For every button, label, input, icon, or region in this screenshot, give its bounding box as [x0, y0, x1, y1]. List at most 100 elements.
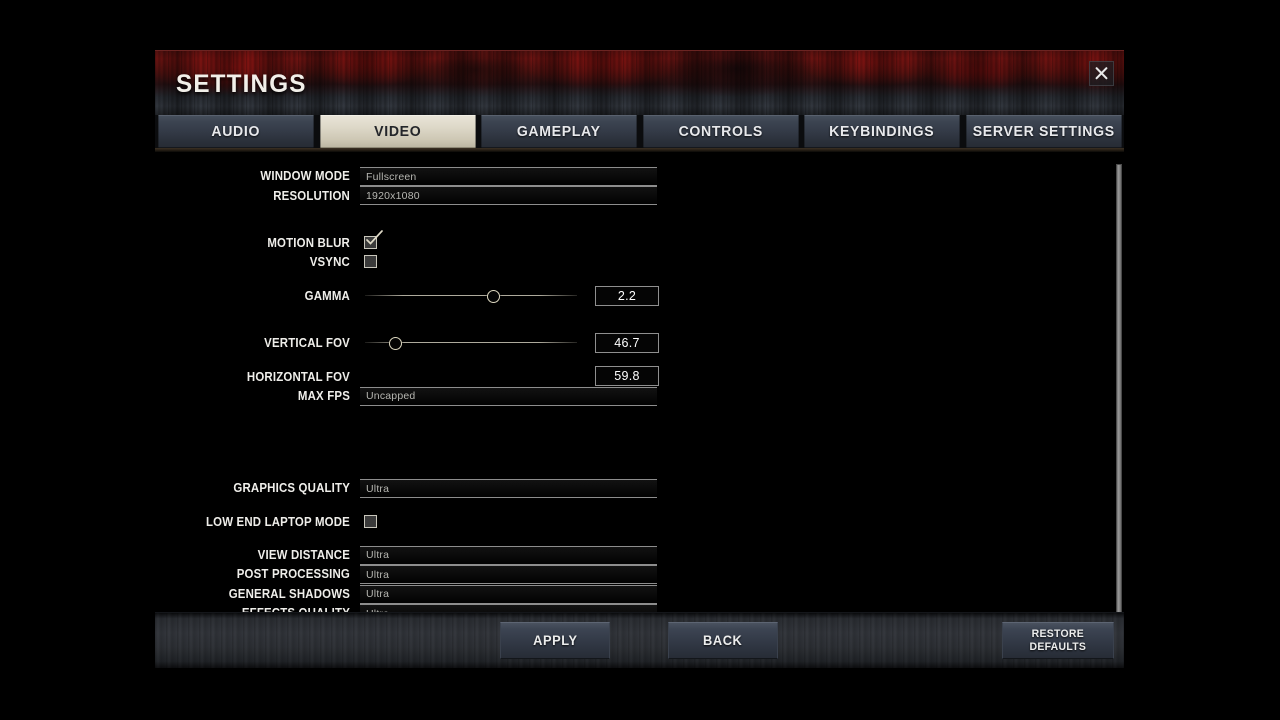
scrollbar-thumb[interactable]: [1116, 164, 1122, 614]
setting-row-view-distance: VIEW DISTANCE Ultra: [155, 545, 1124, 565]
setting-control: Uncapped: [360, 386, 1124, 406]
setting-row-general-shadows: GENERAL SHADOWS Ultra: [155, 584, 1124, 604]
setting-row-max-fps: MAX FPS Uncapped: [155, 386, 1124, 406]
setting-row-resolution: RESOLUTION 1920x1080: [155, 185, 1124, 206]
window-mode-dropdown[interactable]: Fullscreen: [360, 167, 657, 186]
setting-row-horizontal-fov: HORIZONTAL FOV 59.8: [155, 366, 1124, 387]
slider-knob[interactable]: [389, 337, 403, 351]
gamma-slider[interactable]: [365, 286, 577, 305]
close-icon[interactable]: [1089, 61, 1114, 86]
slider-knob[interactable]: [486, 289, 500, 303]
setting-control: Ultra: [360, 545, 1124, 565]
setting-row-motion-blur: MOTION BLUR: [155, 229, 1124, 252]
setting-label: LOW END LAPTOP MODE: [205, 513, 350, 529]
setting-control: 46.7: [360, 332, 1124, 353]
setting-control: [360, 512, 1124, 531]
setting-control: Fullscreen: [360, 166, 1124, 186]
setting-control: [360, 252, 1124, 271]
vsync-checkbox[interactable]: [364, 255, 377, 269]
setting-row-graphics-quality: GRAPHICS QUALITY Ultra: [155, 478, 1124, 499]
dropdown-value: Ultra: [366, 568, 390, 581]
setting-label: VSYNC: [309, 254, 350, 270]
back-button[interactable]: BACK: [668, 622, 778, 659]
setting-control: Ultra: [360, 584, 1124, 604]
tab-bar: AUDIO VIDEO GAMEPLAY CONTROLS KEYBINDING…: [155, 115, 1124, 148]
tab-video[interactable]: VIDEO: [319, 115, 475, 148]
restore-defaults-button[interactable]: RESTORE DEFAULTS: [1002, 622, 1114, 659]
tab-gameplay[interactable]: GAMEPLAY: [481, 115, 637, 148]
tab-label: AUDIO: [211, 123, 261, 140]
settings-content: WINDOW MODE Fullscreen RESOLUTION 1920x1…: [155, 152, 1124, 620]
page-title: SETTINGS: [176, 70, 307, 98]
tab-server-settings[interactable]: SERVER SETTINGS: [965, 115, 1121, 148]
graphics-quality-dropdown[interactable]: Ultra: [360, 479, 657, 499]
view-distance-dropdown[interactable]: Ultra: [360, 545, 657, 565]
setting-control: [360, 229, 1124, 252]
slider-track: [365, 294, 577, 296]
dropdown-value: 1920x1080: [366, 189, 420, 202]
window-header: SETTINGS: [155, 50, 1124, 115]
setting-control: 1920x1080: [360, 185, 1124, 206]
tab-keybindings[interactable]: KEYBINDINGS: [804, 115, 960, 148]
setting-label: GAMMA: [304, 287, 350, 303]
tab-audio[interactable]: AUDIO: [158, 115, 314, 148]
restore-defaults-label-line2: DEFAULTS: [1029, 640, 1087, 653]
setting-control: Ultra: [360, 564, 1124, 585]
vertical-fov-slider[interactable]: [365, 333, 577, 352]
checkmark-icon: [366, 229, 383, 245]
setting-control: Ultra: [360, 478, 1124, 499]
tab-label: GAMEPLAY: [516, 123, 601, 140]
apply-button[interactable]: APPLY: [500, 622, 610, 659]
setting-row-post-processing: POST PROCESSING Ultra: [155, 564, 1124, 585]
horizontal-fov-value[interactable]: 59.8: [595, 366, 659, 387]
dropdown-value: Ultra: [366, 588, 390, 601]
tab-label: VIDEO: [373, 123, 421, 140]
post-processing-dropdown[interactable]: Ultra: [360, 565, 657, 585]
setting-label: MAX FPS: [297, 387, 350, 403]
window-footer: APPLY BACK RESTORE DEFAULTS: [155, 612, 1124, 670]
restore-defaults-label-line1: RESTORE: [1031, 628, 1085, 641]
tab-controls[interactable]: CONTROLS: [642, 115, 798, 148]
setting-control: 59.8: [360, 366, 1124, 387]
setting-row-window-mode: WINDOW MODE Fullscreen: [155, 166, 1124, 186]
setting-row-vsync: VSYNC: [155, 252, 1124, 271]
scrollbar[interactable]: [1115, 164, 1122, 614]
general-shadows-dropdown[interactable]: Ultra: [360, 584, 657, 604]
back-label: BACK: [703, 632, 743, 648]
tab-label: SERVER SETTINGS: [972, 123, 1115, 140]
setting-label: VIEW DISTANCE: [257, 547, 350, 563]
apply-label: APPLY: [532, 632, 578, 648]
setting-label: POST PROCESSING: [236, 566, 350, 582]
low-end-laptop-mode-checkbox[interactable]: [364, 514, 377, 528]
setting-label: GENERAL SHADOWS: [228, 585, 350, 601]
dropdown-value: Ultra: [366, 549, 390, 562]
settings-window: SETTINGS AUDIO VIDEO GAMEPLAY CONTROLS K…: [155, 50, 1124, 670]
max-fps-dropdown[interactable]: Uncapped: [360, 386, 657, 406]
setting-label: GRAPHICS QUALITY: [233, 480, 350, 496]
settings-rows: WINDOW MODE Fullscreen RESOLUTION 1920x1…: [155, 152, 1124, 620]
setting-label: VERTICAL FOV: [264, 335, 350, 351]
setting-label: HORIZONTAL FOV: [246, 368, 350, 384]
setting-label: WINDOW MODE: [260, 168, 350, 184]
setting-label: MOTION BLUR: [267, 234, 350, 250]
motion-blur-checkbox[interactable]: [364, 229, 383, 249]
setting-control: 2.2: [360, 285, 1124, 306]
resolution-dropdown[interactable]: 1920x1080: [360, 186, 657, 206]
setting-row-low-end-laptop-mode: LOW END LAPTOP MODE: [155, 512, 1124, 531]
gamma-value[interactable]: 2.2: [595, 285, 659, 306]
vertical-fov-value[interactable]: 46.7: [595, 332, 659, 353]
tab-label: CONTROLS: [678, 123, 763, 140]
dropdown-value: Fullscreen: [366, 170, 417, 183]
setting-row-gamma: GAMMA 2.2: [155, 285, 1124, 306]
setting-label: RESOLUTION: [273, 187, 350, 203]
setting-row-vertical-fov: VERTICAL FOV 46.7: [155, 332, 1124, 353]
tab-label: KEYBINDINGS: [829, 123, 935, 140]
